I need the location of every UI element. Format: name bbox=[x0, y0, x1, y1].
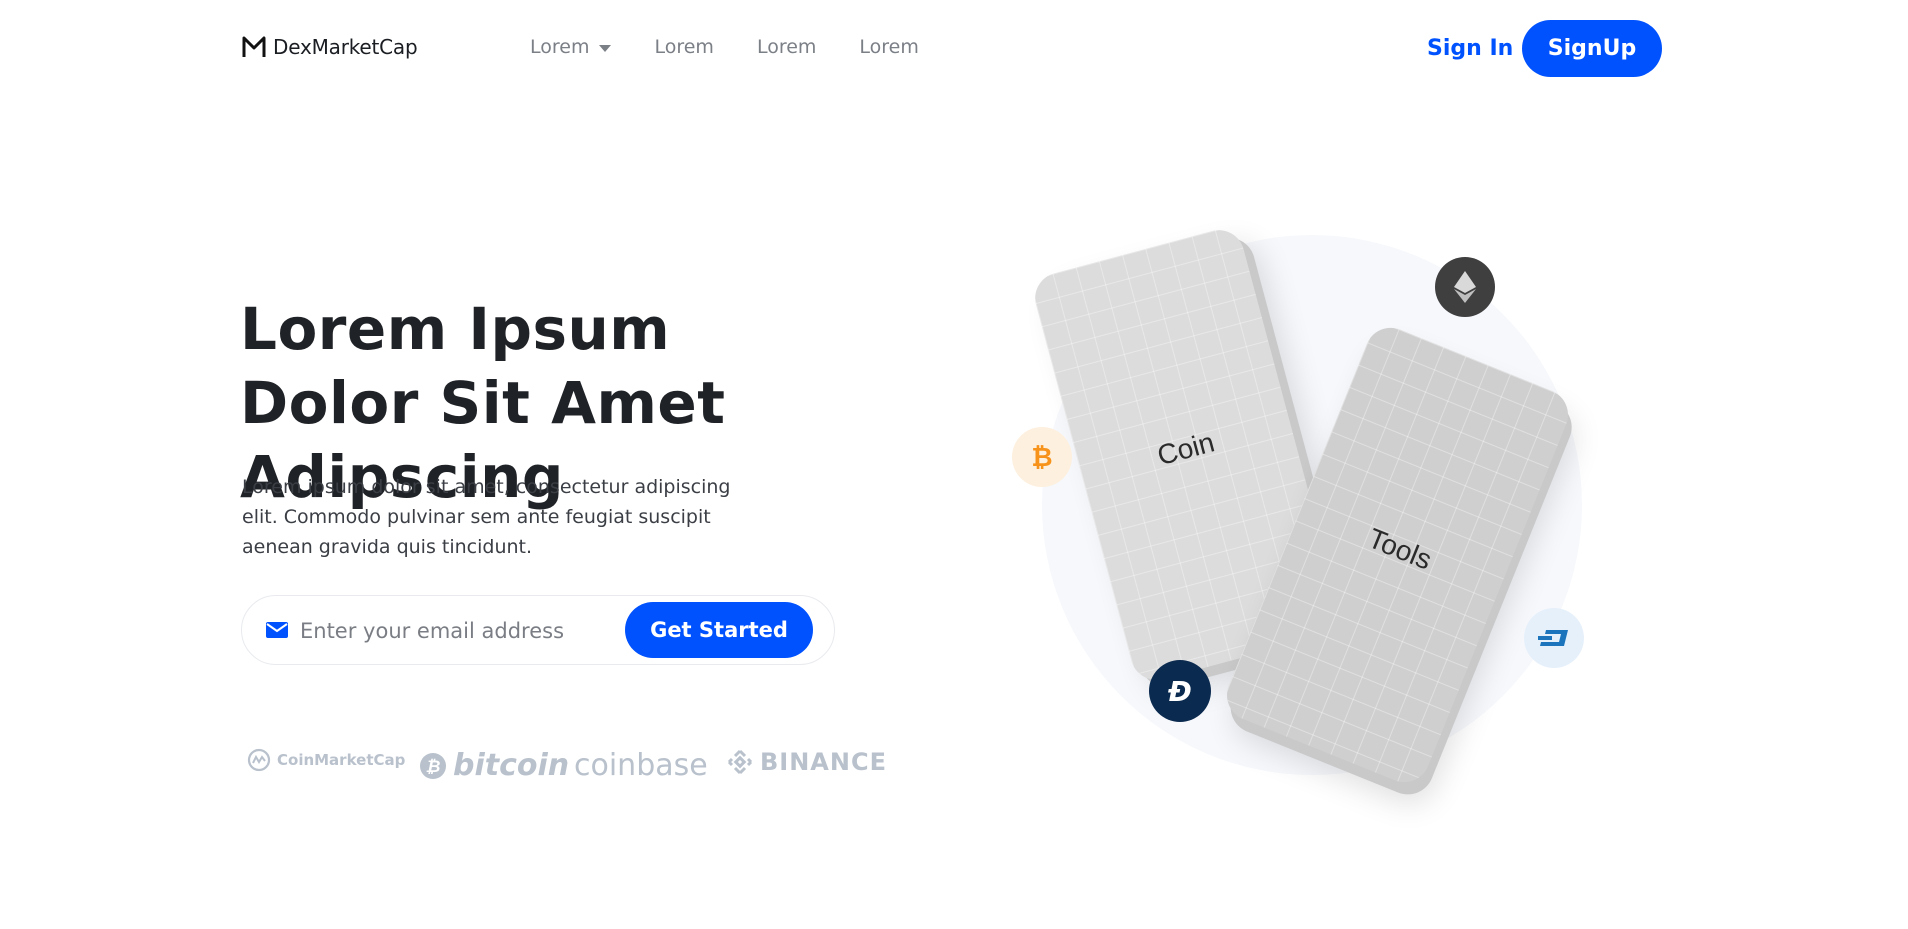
ethereum-icon bbox=[1435, 257, 1495, 317]
nav-item[interactable]: Lorem bbox=[654, 36, 713, 58]
partner-coinbase: coinbase bbox=[574, 748, 708, 783]
nav-item-label: Lorem bbox=[654, 36, 714, 58]
phone-label: Coin bbox=[1153, 426, 1218, 472]
digibyte-icon: Đ bbox=[1149, 660, 1211, 722]
email-signup-form: Get Started bbox=[241, 595, 835, 665]
brand-logo[interactable]: DexMarketCap bbox=[241, 34, 418, 60]
email-input[interactable] bbox=[298, 612, 612, 650]
binance-logo-icon bbox=[727, 749, 753, 775]
bitcoin-icon: ₿ bbox=[1012, 427, 1072, 487]
logo-mark-icon bbox=[242, 36, 266, 57]
mail-icon bbox=[266, 622, 288, 638]
main-nav: Lorem Lorem Lorem Lorem bbox=[530, 36, 919, 58]
get-started-button[interactable]: Get Started bbox=[625, 602, 813, 658]
dash-icon bbox=[1524, 608, 1584, 668]
partner-name: bitcoin bbox=[453, 748, 570, 783]
sign-up-button[interactable]: SignUp bbox=[1522, 20, 1662, 77]
sign-in-link[interactable]: Sign In bbox=[1427, 36, 1513, 61]
nav-item-label: Lorem bbox=[859, 36, 919, 58]
partner-name: BINANCE bbox=[760, 748, 887, 776]
nav-item-label: Lorem bbox=[756, 36, 817, 58]
nav-item[interactable]: Lorem bbox=[757, 36, 816, 58]
partner-coinmarketcap: CoinMarketCap bbox=[247, 748, 405, 772]
nav-item-label: Lorem bbox=[530, 36, 590, 58]
coinmarketcap-logo-icon bbox=[247, 748, 271, 772]
nav-item-dropdown[interactable]: Lorem bbox=[530, 36, 612, 58]
partner-name: coinbase bbox=[574, 748, 708, 783]
nav-item[interactable]: Lorem bbox=[859, 36, 918, 58]
hero-subtitle: Lorem ipsum dolor sit amet, consectetur … bbox=[242, 476, 731, 558]
hero-illustration: Coin Tools ₿ Đ bbox=[990, 224, 1640, 850]
brand-name: DexMarketCap bbox=[273, 35, 418, 59]
partner-name: CoinMarketCap bbox=[277, 751, 406, 769]
partner-bitcoin: ₿ bitcoin bbox=[419, 748, 569, 783]
partner-binance: BINANCE bbox=[726, 748, 887, 776]
bitcoin-logo-icon: ₿ bbox=[420, 752, 446, 779]
phone-label: Tools bbox=[1363, 522, 1437, 576]
caret-down-icon bbox=[599, 44, 612, 52]
svg-text:₿: ₿ bbox=[426, 757, 441, 777]
